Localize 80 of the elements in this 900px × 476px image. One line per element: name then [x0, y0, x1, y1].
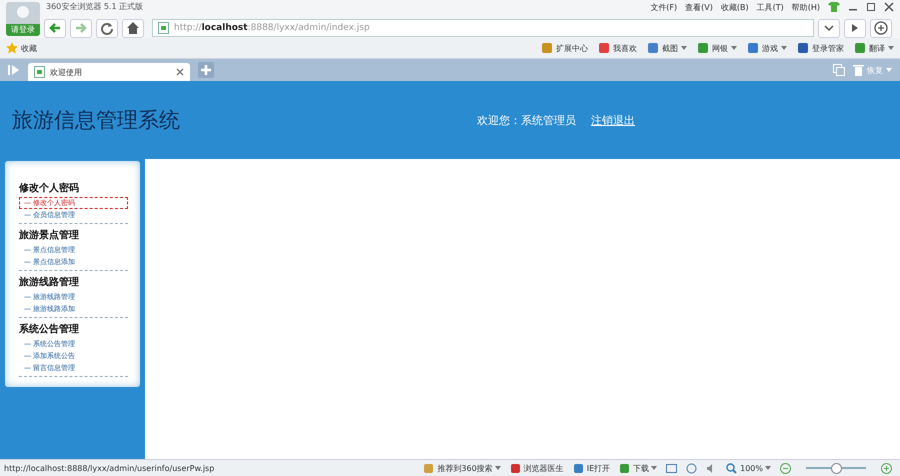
sidebar-heading: 旅游景点管理: [19, 228, 80, 242]
app-icon: [697, 42, 709, 54]
toolbar-item[interactable]: 登录管家: [797, 42, 844, 54]
caret-icon[interactable]: [494, 466, 501, 470]
toolbar-item[interactable]: 截图: [647, 42, 678, 54]
app-icon: [510, 462, 521, 474]
address-url: http://localhost:8888/lyxx/admin/index.jsp: [174, 23, 370, 33]
status-item[interactable]: IE打开: [572, 462, 610, 474]
menu-item[interactable]: 查看(V): [685, 2, 713, 12]
forward-arrow-icon: [74, 21, 88, 35]
caret-icon[interactable]: [681, 46, 687, 50]
site-title: 旅游信息管理系统: [12, 107, 180, 134]
star-icon: [6, 42, 18, 54]
sidebar-toggle-icon[interactable]: [8, 65, 20, 75]
dropdown-button[interactable]: [818, 18, 840, 38]
welcome-text: 欢迎您：系统管理员: [477, 112, 576, 128]
close-icon[interactable]: [884, 2, 894, 12]
toolbar-item[interactable]: 扩展中心: [541, 42, 588, 54]
browser-tab[interactable]: 欢迎使用: [28, 63, 190, 81]
menu-item[interactable]: 工具(T): [756, 2, 784, 12]
zoom-in-icon[interactable]: [881, 462, 892, 474]
app-icon: [797, 42, 809, 54]
toolbar-item[interactable]: 翻译: [854, 42, 885, 54]
toolbar-item[interactable]: 网银: [697, 42, 728, 54]
shield-button[interactable]: [870, 18, 892, 38]
logout-link[interactable]: 注销退出: [591, 112, 635, 128]
slider-thumb[interactable]: [830, 462, 842, 474]
plus-circle-icon: [874, 21, 888, 35]
home-button[interactable]: [122, 18, 144, 38]
trash-icon: [853, 64, 864, 76]
caret-icon[interactable]: [651, 466, 658, 470]
status-url: http://localhost:8888/lyxx/admin/userinfo/userPw.jsp: [4, 464, 214, 472]
close-icon[interactable]: [176, 68, 184, 76]
play-icon: [850, 23, 860, 33]
app-icon: [541, 42, 553, 54]
page-icon: [34, 66, 45, 78]
app-icon: [572, 462, 584, 474]
app-icon: [647, 42, 659, 54]
login-avatar[interactable]: 请登录: [6, 2, 40, 36]
maximize-icon[interactable]: [866, 2, 876, 12]
tab-label: 欢迎使用: [50, 66, 83, 78]
favorites-button[interactable]: 收藏: [6, 42, 37, 54]
address-bar[interactable]: http://localhost:8888/lyxx/admin/index.jsp: [152, 19, 814, 37]
app-icon: [598, 42, 610, 54]
status-item[interactable]: 浏览器医生: [510, 462, 564, 474]
status-item[interactable]: 下载: [619, 462, 650, 474]
plus-icon: [200, 64, 212, 76]
app-icon: [747, 42, 759, 54]
app-icon: [423, 462, 434, 474]
login-label[interactable]: 请登录: [6, 24, 40, 36]
status-item[interactable]: 推荐到360搜索: [423, 462, 493, 474]
menu-item[interactable]: 帮助(H): [792, 2, 820, 12]
refresh-button[interactable]: [96, 18, 118, 38]
go-button[interactable]: [844, 18, 866, 38]
home-icon: [126, 21, 140, 35]
sidebar-heading: 系统公告管理: [19, 322, 80, 336]
chevron-down-icon: [824, 23, 834, 33]
toolbar-item[interactable]: 游戏: [747, 42, 778, 54]
back-arrow-icon: [48, 21, 62, 35]
sidebar-heading: 修改个人密码: [19, 182, 80, 195]
window-icon[interactable]: [666, 462, 678, 474]
app-icon: [854, 42, 866, 54]
page-icon: [158, 22, 169, 34]
back-button[interactable]: [44, 18, 66, 38]
refresh-icon: [100, 21, 114, 35]
toolbar-item[interactable]: 我喜欢: [598, 42, 637, 54]
caret-icon[interactable]: [765, 466, 771, 470]
caret-icon[interactable]: [781, 46, 787, 50]
zoom-level[interactable]: 100%: [726, 462, 763, 474]
window-title: 360安全浏览器 5.1 正式版: [46, 1, 144, 13]
shirt-icon[interactable]: [828, 2, 840, 12]
menu-item[interactable]: 文件(F): [650, 2, 678, 12]
caret-icon[interactable]: [888, 46, 894, 50]
menu-item[interactable]: 收藏(B): [720, 2, 749, 12]
app-icon: [619, 462, 630, 474]
sidebar-heading: 旅游线路管理: [19, 276, 80, 289]
magnifier-icon: [726, 462, 738, 474]
caret-icon[interactable]: [731, 46, 737, 50]
zoom-out-icon[interactable]: [780, 462, 791, 474]
new-tab-button[interactable]: [198, 62, 214, 78]
